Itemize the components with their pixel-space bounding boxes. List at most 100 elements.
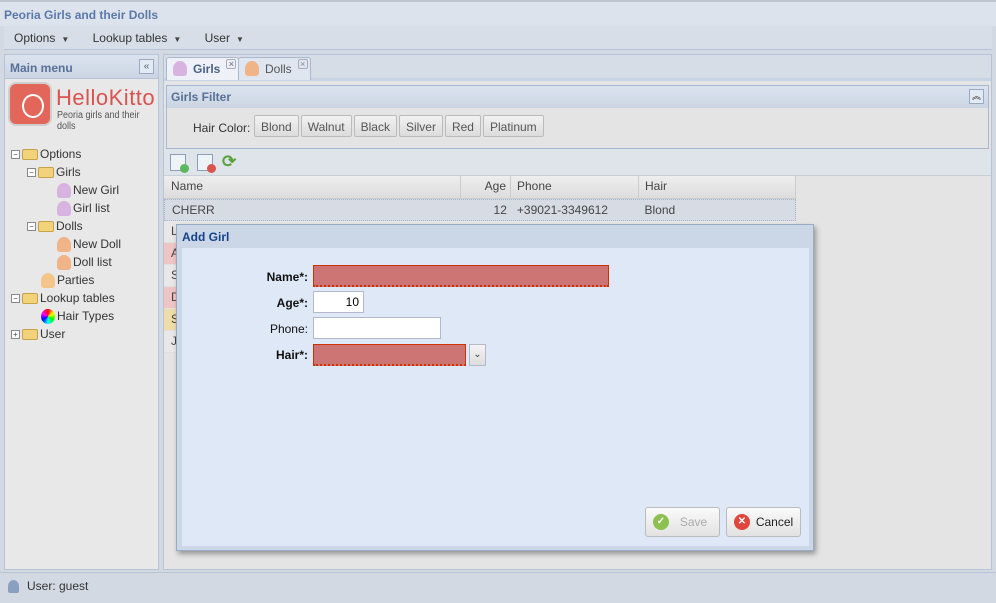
app-title: Peoria Girls and their Dolls <box>0 0 996 26</box>
folder-icon <box>22 293 38 305</box>
cancel-button[interactable]: ✕ Cancel <box>726 507 801 537</box>
tab-girls[interactable]: Girls × <box>166 57 240 80</box>
folder-icon <box>22 149 38 161</box>
add-girl-dialog: Add Girl Name*: Age*: Phone: Hair*: ⌄ ✓ S… <box>176 224 814 551</box>
tab-label: Dolls <box>265 62 292 76</box>
main-menu-panel: Main menu « HelloKitto Peoria girls and … <box>4 54 159 570</box>
collapse-left-icon[interactable]: « <box>139 59 154 74</box>
column-header-hair[interactable]: Hair <box>639 176 796 198</box>
doll-icon <box>245 61 259 76</box>
menu-user[interactable]: User ▼ <box>195 26 254 50</box>
close-tab-icon[interactable]: × <box>226 59 237 69</box>
hair-filter-platinum[interactable]: Platinum <box>482 115 544 137</box>
tab-label: Girls <box>193 62 221 76</box>
add-record-icon[interactable] <box>170 154 189 173</box>
phone-field[interactable] <box>313 317 441 339</box>
tree-item-label: Options <box>40 147 82 161</box>
tree-item-parties[interactable]: Parties <box>41 271 94 289</box>
chevron-down-icon[interactable]: ⌄ <box>469 344 486 366</box>
collapse-node-icon[interactable]: − <box>11 294 20 304</box>
tree-item-label: Lookup tables <box>40 291 115 305</box>
menu-bar: Options ▼ Lookup tables ▼ User ▼ <box>4 26 992 50</box>
table-row[interactable]: CHERR 12 +39021-3349612 Blond <box>164 199 796 221</box>
collapse-up-icon[interactable]: ︽ <box>969 89 984 104</box>
tree-item-lookup-tables[interactable]: − Lookup tables <box>11 289 115 307</box>
caret-down-icon: ▼ <box>173 35 182 44</box>
save-button[interactable]: ✓ Save <box>645 507 720 537</box>
tree-item-new-girl[interactable]: New Girl <box>57 181 119 199</box>
tree-item-label: New Doll <box>73 237 122 251</box>
hair-filter-blond[interactable]: Blond <box>254 115 299 137</box>
save-label: Save <box>679 515 708 529</box>
hair-combo[interactable] <box>313 344 466 366</box>
cancel-label: Cancel <box>755 515 794 529</box>
hair-color-buttons: Blond Walnut Black Silver Red Platinum <box>254 115 544 137</box>
collapse-node-icon[interactable]: − <box>27 222 36 232</box>
filter-title: Girls Filter <box>167 86 988 108</box>
cancel-icon: ✕ <box>734 514 750 530</box>
name-field[interactable] <box>313 265 609 287</box>
tree-item-label: Dolls <box>56 219 83 233</box>
tree-item-label: Girls <box>56 165 81 179</box>
tree-item-dolls[interactable]: − Dolls <box>27 217 83 235</box>
column-header-name[interactable]: Name <box>164 176 461 198</box>
tree-item-label: Doll list <box>73 255 112 269</box>
folder-icon <box>22 329 38 341</box>
cell-age: 12 <box>493 203 507 217</box>
folder-icon <box>38 221 54 233</box>
caret-down-icon: ▼ <box>235 35 244 44</box>
cell-name: CHERR <box>172 203 215 217</box>
tree-item-label: User <box>40 327 66 341</box>
tree-item-user[interactable]: + User <box>11 325 65 343</box>
column-header-phone[interactable]: Phone <box>511 176 639 198</box>
tree-item-doll-list[interactable]: Doll list <box>57 253 112 271</box>
tab-dolls[interactable]: Dolls × <box>238 57 311 80</box>
tree-item-girl-list[interactable]: Girl list <box>57 199 110 217</box>
girls-filter-panel: Girls Filter ︽ Hair Color: Blond Walnut Bl… <box>166 85 989 149</box>
hair-color-label: Hair Color: <box>193 121 251 135</box>
folder-icon <box>38 167 54 179</box>
close-tab-icon[interactable]: × <box>297 59 308 69</box>
cake-icon <box>41 273 55 289</box>
logo-name: HelloKitto <box>56 85 156 110</box>
menu-label: Options <box>14 31 56 45</box>
column-header-age[interactable]: Age <box>461 176 511 198</box>
color-wheel-icon <box>41 309 55 325</box>
hair-filter-silver[interactable]: Silver <box>398 115 443 137</box>
delete-record-icon[interactable] <box>197 154 216 173</box>
kitty-logo-icon <box>8 82 52 126</box>
tree-item-hair-types[interactable]: Hair Types <box>41 307 114 325</box>
menu-options[interactable]: Options ▼ <box>4 26 79 50</box>
tree-item-label: Girl list <box>73 201 110 215</box>
menu-lookup-tables[interactable]: Lookup tables ▼ <box>83 26 192 50</box>
collapse-node-icon[interactable]: − <box>27 168 36 178</box>
refresh-icon[interactable]: ⟳ <box>222 153 238 171</box>
caret-down-icon: ▼ <box>61 35 70 44</box>
tree-item-label: New Girl <box>73 183 120 197</box>
tree-item-options[interactable]: − Options <box>11 145 81 163</box>
collapse-node-icon[interactable]: − <box>11 150 20 160</box>
menu-label: User <box>204 31 230 45</box>
age-label: Age*: <box>276 296 308 310</box>
user-icon <box>8 580 19 594</box>
cell-phone: +39021-3349612 <box>516 203 608 217</box>
tree-item-new-doll[interactable]: New Doll <box>57 235 121 253</box>
panel-title: Main menu <box>5 55 158 79</box>
hair-filter-red[interactable]: Red <box>444 115 481 137</box>
status-text: User: guest <box>27 579 89 593</box>
hair-label: Hair*: <box>275 348 308 362</box>
dialog-body: Name*: Age*: Phone: Hair*: ⌄ ✓ Save ✕ Canc… <box>182 248 809 546</box>
dialog-title: Add Girl <box>182 230 230 244</box>
age-field[interactable] <box>313 291 364 313</box>
tree-item-girls[interactable]: − Girls <box>27 163 81 181</box>
expand-node-icon[interactable]: + <box>11 330 20 340</box>
doll-icon <box>57 255 71 271</box>
hair-filter-black[interactable]: Black <box>353 115 397 137</box>
cell-hair: Blond <box>644 203 676 217</box>
logo: HelloKitto Peoria girls and their dolls <box>8 82 158 132</box>
girl-icon <box>57 201 71 217</box>
hair-filter-walnut[interactable]: Walnut <box>300 115 352 137</box>
logo-subtitle: Peoria girls and their dolls <box>57 110 140 132</box>
grid-header: Name Age Phone Hair <box>164 176 796 199</box>
tree-item-label: Hair Types <box>57 309 115 323</box>
